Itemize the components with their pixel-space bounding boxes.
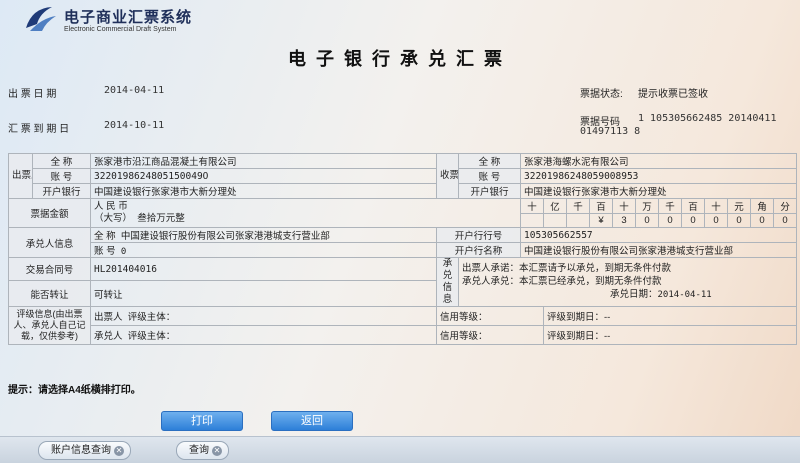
bill-no-value-2: 01497113 8 [580, 126, 641, 137]
payee-account: 32201986248059008953 [519, 168, 798, 184]
amount-unit: 万 [635, 198, 659, 214]
acceptor-account: 0 [120, 247, 127, 257]
amount-unit: 分 [772, 198, 798, 214]
amount-digit: 0 [727, 213, 751, 228]
acceptor-name: 中国建设银行股份有限公司张家港港城支行营业部 [120, 231, 330, 242]
rating-subject: 评级主体： [127, 331, 176, 342]
amount-unit: 千 [566, 198, 590, 214]
amount-daxie: （大写） [94, 213, 133, 224]
amount-digit [543, 213, 567, 228]
acceptance-line-2: 承兑人承兑：本汇票已经承兑，到期无条件付款 [462, 276, 662, 287]
amount-unit: 亿 [543, 198, 567, 214]
amount-unit: 百 [681, 198, 705, 214]
drawer-account: 3220198624805150049O [90, 168, 437, 184]
payee-bank-label: 开户银行 [458, 183, 521, 199]
acceptor-bank-no: 105305662557 [519, 227, 798, 243]
rating-expiry: 评级到期日：-- [542, 306, 798, 326]
amount-digit: ¥ [589, 213, 613, 228]
drawer-bank: 中国建设银行张家港市大新分理处 [90, 183, 437, 199]
rating-grade: 信用等级： [436, 325, 544, 345]
acceptor-name-label: 全 称 [94, 231, 116, 242]
amount-digit: 0 [750, 213, 774, 228]
payee-section-label: 收票人 [436, 153, 459, 199]
amount-currency: 人 民 币 [94, 201, 128, 212]
acceptance-date: 2014-04-11 [657, 290, 712, 300]
amount-label: 票据金额 [8, 198, 91, 228]
bill-no-value-1: 1 105305662485 20140411 [638, 113, 777, 124]
close-icon[interactable]: ✕ [212, 445, 222, 456]
acceptor-name-cell: 全 称 中国建设银行股份有限公司张家港港城支行营业部 [90, 227, 437, 243]
tab-account-info[interactable]: 账户信息查询 ✕ [38, 441, 131, 460]
amount-unit: 千 [658, 198, 682, 214]
back-button[interactable]: 返回 [271, 411, 353, 431]
due-date-label: 汇 票 到 期 日 [8, 124, 70, 135]
acceptor-label: 承兑人信息 [8, 227, 91, 258]
payee-account-label: 账 号 [458, 168, 521, 184]
close-icon[interactable]: ✕ [114, 445, 124, 456]
amount-digit: 0 [635, 213, 659, 228]
amount-unit: 元 [727, 198, 751, 214]
drawer-account-label: 账 号 [32, 168, 91, 184]
rating-row-drawer: 出票人 评级主体： [90, 306, 437, 326]
amount-digit: 0 [704, 213, 728, 228]
amount-digit: 0 [658, 213, 682, 228]
acceptor-bank-name: 中国建设银行股份有限公司张家港港城支行营业部 [519, 242, 798, 258]
amount-digit: 3 [612, 213, 636, 228]
brand-title: 电子商业汇票系统 [64, 7, 193, 26]
drawer-name: 张家港市沿江商品混凝土有限公司 [90, 153, 437, 169]
payee-name: 张家港海螺水泥有限公司 [519, 153, 798, 169]
drawer-section-label: 出票人 [8, 153, 33, 199]
bill-table: 出票人 全 称 张家港市沿江商品混凝土有限公司 收票人 全 称 张家港海螺水泥有… [8, 153, 798, 345]
rating-expiry: 评级到期日：-- [542, 325, 798, 345]
logo-icon [26, 7, 56, 31]
drawer-bank-label: 开户银行 [32, 183, 91, 199]
amount-digit: 0 [681, 213, 705, 228]
amount-words: 叁拾万元整 [137, 213, 185, 224]
tab-label: 账户信息查询 [51, 445, 111, 456]
tab-label: 查询 [189, 445, 209, 456]
transfer-value: 可转让 [90, 280, 437, 307]
tab-query[interactable]: 查询 ✕ [176, 441, 229, 460]
contract-label: 交易合同号 [8, 256, 91, 282]
brand-logo: 电子商业汇票系统 Electronic Commercial Draft Sys… [22, 4, 192, 34]
transfer-label: 能否转让 [8, 280, 91, 307]
rating-subject: 评级主体： [127, 312, 176, 323]
amount-unit: 十 [612, 198, 636, 214]
payee-name-label: 全 称 [458, 153, 521, 169]
brand-subtitle: Electronic Commercial Draft System [64, 25, 177, 33]
print-tip: 提示：请选择A4纸横排打印。 [8, 385, 141, 396]
acceptor-bank-no-label: 开户行行号 [436, 227, 521, 243]
rating-grade: 信用等级： [436, 306, 544, 326]
amount-digit: 0 [772, 213, 798, 228]
amount-unit: 百 [589, 198, 613, 214]
acceptance-line-1: 出票人承诺：本汇票请予以承兑，到期无条件付款 [462, 263, 672, 274]
acceptance-section-label: 承兑信息 [436, 257, 459, 307]
acceptor-account-label: 账 号 [94, 246, 116, 257]
print-button[interactable]: 打印 [161, 411, 243, 431]
payee-bank: 中国建设银行张家港市大新分理处 [519, 183, 798, 199]
amount-digit [520, 213, 544, 228]
amount-words-cell: 人 民 币 （大写） 叁拾万元整 [90, 198, 521, 228]
acceptor-bank-name-label: 开户行名称 [436, 242, 521, 258]
amount-unit: 角 [750, 198, 774, 214]
status-label: 票据状态: [580, 89, 623, 100]
page-title: 电子银行承兑汇票 [288, 49, 512, 70]
drawer-name-label: 全 称 [32, 153, 91, 169]
rating-label: 评级信息(由出票人、承兑人自己记载，仅供参考) [8, 306, 91, 345]
issue-date-value: 2014-04-11 [104, 85, 165, 96]
amount-digit [566, 213, 590, 228]
acceptance-date-label: 承兑日期： [610, 289, 658, 300]
rating-row-acceptor: 承兑人 评级主体： [90, 325, 437, 345]
status-value: 提示收票已签收 [638, 89, 708, 100]
issue-date-label: 出 票 日 期 [8, 89, 57, 100]
amount-unit: 十 [520, 198, 544, 214]
contract-value: HL201404016 [90, 256, 437, 282]
rating-who: 出票人 [94, 312, 123, 323]
amount-unit: 十 [704, 198, 728, 214]
acceptor-account-cell: 账 号 0 [90, 242, 437, 258]
due-date-value: 2014-10-11 [104, 120, 165, 131]
acceptance-info: 出票人承诺：本汇票请予以承兑，到期无条件付款 承兑人承兑：本汇票已经承兑，到期无… [457, 257, 798, 307]
rating-who: 承兑人 [94, 331, 123, 342]
